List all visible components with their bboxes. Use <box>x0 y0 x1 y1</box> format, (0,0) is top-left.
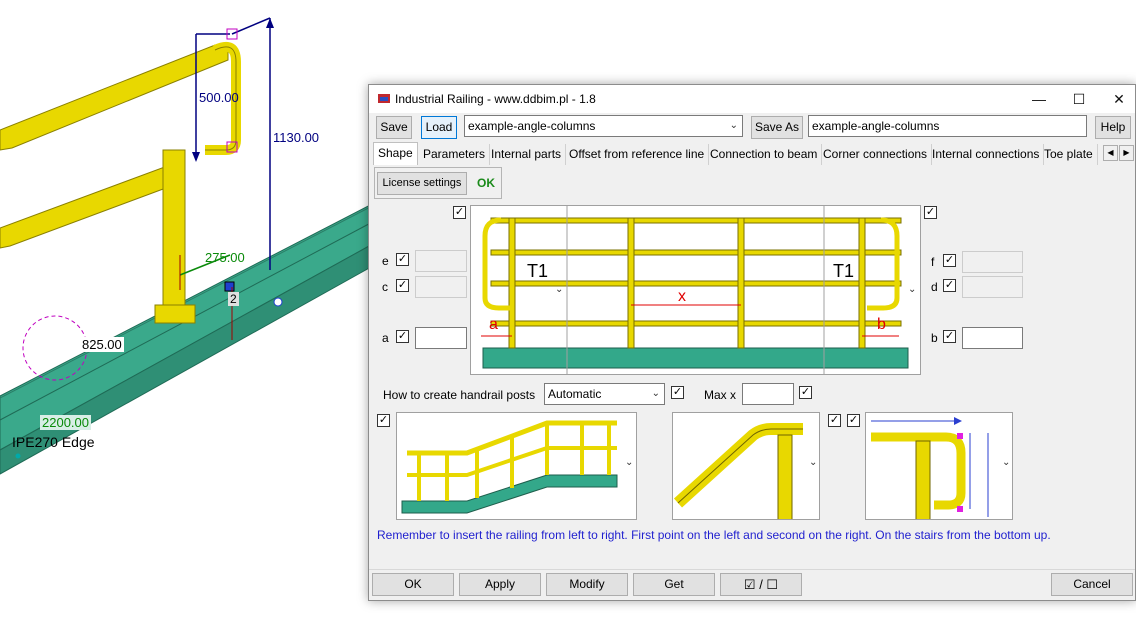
left-end-dropdown-icon[interactable]: ⌄ <box>555 284 563 295</box>
d-input[interactable] <box>962 276 1023 298</box>
right-end-dropdown-icon[interactable]: ⌄ <box>908 284 916 295</box>
loop-end-checkbox-2[interactable]: ✓ <box>847 414 860 427</box>
tab-toe-plate[interactable]: Toe plate <box>1040 144 1098 165</box>
stair-railing-diagram[interactable]: ⌄ <box>396 412 637 520</box>
dimension-label: 825.00 <box>80 337 124 352</box>
railing-front-diagram: T1 T1 x a b ⌄ ⌄ <box>470 205 921 375</box>
dimension-label: 500.00 <box>199 90 239 105</box>
max-x-input[interactable] <box>742 383 794 405</box>
field-label-d: d <box>931 280 938 294</box>
right-end-checkbox[interactable]: ✓ <box>924 206 937 219</box>
title-bar[interactable]: Industrial Railing - www.ddbim.pl - 1.8 … <box>369 85 1135 113</box>
max-x-checkbox[interactable]: ✓ <box>799 386 812 399</box>
tab-connection-to-beam[interactable]: Connection to beam <box>706 144 823 165</box>
field-label-e: e <box>382 254 389 268</box>
save-as-button[interactable]: Save As <box>751 116 803 139</box>
f-input[interactable] <box>962 251 1023 273</box>
handrail-posts-checkbox[interactable]: ✓ <box>671 386 684 399</box>
e-input[interactable] <box>415 250 467 272</box>
modify-button[interactable]: Modify <box>546 573 628 596</box>
loop-end-svg <box>871 417 989 519</box>
bend-detail-diagram[interactable]: ⌄ <box>672 412 820 520</box>
b-input[interactable] <box>962 327 1023 349</box>
toggle-all-button[interactable]: ☑ / ☐ <box>720 573 802 596</box>
dim-label-a: a <box>489 316 498 333</box>
tab-offset[interactable]: Offset from reference line <box>565 144 710 165</box>
apply-button[interactable]: Apply <box>459 573 541 596</box>
shape-tab-page: License settings OK ✓ ✓ e ✓ c ✓ a ✓ f ✓ … <box>373 165 1133 565</box>
tab-corner-connections[interactable]: Corner connections <box>819 144 933 165</box>
b-checkbox[interactable]: ✓ <box>943 330 956 343</box>
railing-front-svg <box>481 206 909 374</box>
chevron-down-icon: ⌄ <box>729 120 738 131</box>
help-button[interactable]: Help <box>1095 116 1131 139</box>
minimize-icon[interactable]: — <box>1019 85 1059 113</box>
chevron-down-icon[interactable]: ⌄ <box>809 457 817 468</box>
dim-label-b: b <box>877 316 886 333</box>
app-icon <box>378 94 390 103</box>
dimension-label: 275.00 <box>205 250 245 265</box>
save-as-name-input[interactable]: example-angle-columns <box>808 115 1087 137</box>
point-label: 2 <box>228 292 239 306</box>
tab-strip: Shape Parameters Internal parts Offset f… <box>373 142 1134 166</box>
save-button[interactable]: Save <box>376 116 412 139</box>
chevron-down-icon[interactable]: ⌄ <box>1002 457 1010 468</box>
dimension-label: 2200.00 <box>40 415 91 430</box>
get-button[interactable]: Get <box>633 573 715 596</box>
profile-label-right: T1 <box>833 261 855 281</box>
preset-value: example-angle-columns <box>468 119 596 133</box>
preset-combo[interactable]: example-angle-columns ⌄ <box>464 115 743 137</box>
tab-scroll-right-icon[interactable]: ▶ <box>1119 145 1134 161</box>
f-checkbox[interactable]: ✓ <box>943 254 956 267</box>
license-status: OK <box>477 176 495 190</box>
field-label-b: b <box>931 331 938 345</box>
c-input[interactable] <box>415 276 467 298</box>
insertion-note: Remember to insert the railing from left… <box>377 528 1051 542</box>
chevron-down-icon: ⌄ <box>651 388 660 399</box>
a-checkbox[interactable]: ✓ <box>396 330 409 343</box>
handrail-posts-value: Automatic <box>548 387 602 401</box>
license-settings-button[interactable]: License settings <box>377 172 467 195</box>
handrail-posts-combo[interactable]: Automatic ⌄ <box>544 383 665 405</box>
ok-button[interactable]: OK <box>372 573 454 596</box>
cancel-button[interactable]: Cancel <box>1051 573 1133 596</box>
loop-end-checkbox-1[interactable]: ✓ <box>828 414 841 427</box>
d-checkbox[interactable]: ✓ <box>943 279 956 292</box>
close-icon[interactable]: ✕ <box>1099 85 1136 113</box>
loop-end-diagram[interactable]: ⌄ <box>865 412 1013 520</box>
industrial-railing-dialog: Industrial Railing - www.ddbim.pl - 1.8 … <box>368 84 1136 601</box>
e-checkbox[interactable]: ✓ <box>396 253 409 266</box>
window-title: Industrial Railing - www.ddbim.pl - 1.8 <box>395 92 596 106</box>
dimension-label: 1130.00 <box>273 130 320 145</box>
bend-detail-svg <box>673 423 803 519</box>
chevron-down-icon[interactable]: ⌄ <box>625 457 633 468</box>
profile-label-left: T1 <box>527 261 549 281</box>
maximize-icon[interactable]: ☐ <box>1059 85 1099 113</box>
tab-shape[interactable]: Shape <box>373 142 418 165</box>
field-label-f: f <box>931 255 935 269</box>
left-end-checkbox[interactable]: ✓ <box>453 206 466 219</box>
handrail-posts-label: How to create handrail posts <box>383 388 536 402</box>
stair-railing-checkbox[interactable]: ✓ <box>377 414 390 427</box>
tab-internal-parts[interactable]: Internal parts <box>487 144 567 165</box>
license-group: License settings OK <box>374 167 502 199</box>
load-button[interactable]: Load <box>421 116 457 139</box>
tab-scroll-left-icon[interactable]: ◀ <box>1103 145 1118 161</box>
dim-label-x: x <box>678 288 686 305</box>
field-label-a: a <box>382 331 389 345</box>
field-label-c: c <box>382 280 388 294</box>
c-checkbox[interactable]: ✓ <box>396 279 409 292</box>
max-x-label: Max x <box>704 388 737 402</box>
edge-label: IPE270 Edge <box>12 434 95 450</box>
stair-railing-svg <box>401 420 618 514</box>
tab-parameters[interactable]: Parameters <box>419 144 491 165</box>
button-bar: OK Apply Modify Get ☑ / ☐ Cancel <box>369 569 1135 602</box>
tab-internal-connections[interactable]: Internal connections <box>928 144 1045 165</box>
a-input[interactable] <box>415 327 467 349</box>
